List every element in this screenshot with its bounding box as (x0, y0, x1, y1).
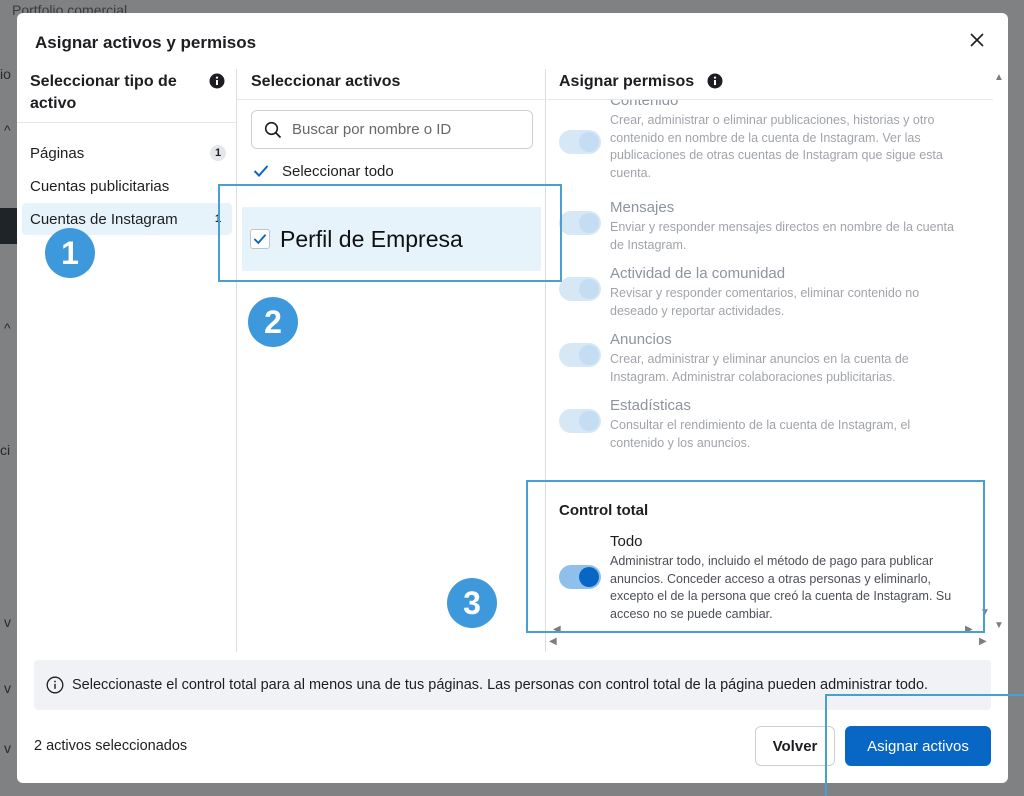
checkmark-icon (253, 165, 269, 177)
full-control-heading: Control total (559, 502, 649, 519)
close-button[interactable] (966, 29, 988, 51)
scroll-right-arrow[interactable]: ▶ (979, 637, 987, 647)
permission-toggle[interactable] (559, 343, 601, 367)
background-chevron-up: ^ (4, 320, 11, 336)
background-chevron-down: v (4, 614, 11, 630)
checkmark-icon (253, 234, 267, 245)
background-chevron-up: ^ (4, 122, 11, 138)
scroll-down-arrow[interactable]: ▼ (994, 621, 1004, 631)
search-input[interactable] (292, 121, 522, 138)
banner-text: Seleccionaste el control total para al m… (72, 677, 929, 693)
back-button[interactable]: Volver (755, 726, 835, 766)
close-icon (970, 33, 984, 47)
search-icon (264, 121, 282, 138)
info-banner: Seleccionaste el control total para al m… (34, 660, 991, 710)
permission-description: Crear, administrar o eliminar publicacio… (610, 113, 943, 180)
highlight-line-assign (825, 694, 1024, 696)
assets-column: Seleccionar activos Seleccionar todo (237, 69, 546, 652)
permission-title: Mensajes (610, 199, 675, 216)
select-all-row[interactable]: Seleccionar todo (251, 161, 394, 181)
asset-checkbox[interactable] (250, 229, 270, 249)
count-badge: 1 (214, 213, 222, 225)
permission-title: Actividad de la comunidad (610, 265, 786, 282)
permission-description: Revisar y responder comentarios, elimina… (610, 286, 920, 318)
background-chevron-down: v (4, 680, 11, 696)
toggle-knob (579, 132, 599, 152)
count-badge: 1 (210, 145, 226, 161)
toggle-knob (579, 345, 599, 365)
asset-item[interactable]: Perfil de Empresa (242, 207, 541, 271)
scroll-left-arrow[interactable]: ◀ (553, 625, 561, 635)
asset-type-heading: Seleccionar tipo de activo (30, 73, 177, 112)
background-chevron-down: v (4, 740, 11, 756)
highlight-line-assign (825, 694, 827, 796)
step-badge-3: 3 (447, 578, 497, 628)
divider (17, 122, 236, 123)
permission-title: Todo (610, 533, 643, 550)
scroll-up-arrow[interactable]: ▲ (994, 73, 1004, 83)
info-outline-icon (46, 676, 64, 694)
permission-toggle[interactable] (559, 211, 601, 235)
permission-toggle[interactable] (559, 130, 601, 154)
asset-type-label: Cuentas de Instagram (30, 210, 178, 228)
toggle-knob (579, 567, 599, 587)
select-all-label: Seleccionar todo (282, 162, 394, 180)
asset-label: Perfil de Empresa (280, 225, 463, 252)
background-sidebar-strip (0, 208, 17, 244)
info-icon[interactable] (209, 73, 225, 89)
assets-heading: Seleccionar activos (251, 73, 401, 90)
permission-description: Administrar todo, incluido el método de … (610, 554, 952, 621)
background-text-fragment: io (0, 66, 11, 82)
permission-title: Contenido (610, 100, 679, 109)
permission-toggle[interactable] (559, 277, 601, 301)
step-badge-2: 2 (248, 297, 298, 347)
asset-type-label: Páginas (30, 144, 85, 162)
selected-count: 2 activos seleccionados (34, 738, 188, 754)
asset-type-label: Cuentas publicitarias (30, 177, 170, 195)
step-badge-1: 1 (45, 228, 95, 278)
permissions-heading: Asignar permisos (559, 73, 695, 90)
asset-type-instagram-accounts[interactable]: Cuentas de Instagram 1 (22, 203, 232, 235)
permission-toggle[interactable] (559, 409, 601, 433)
dialog-title: Asignar activos y permisos (35, 33, 257, 52)
permission-title: Estadísticas (610, 397, 691, 414)
toggle-knob (579, 279, 599, 299)
full-control-toggle[interactable] (559, 565, 601, 589)
assign-assets-dialog: Asignar activos y permisos Seleccionar t… (17, 13, 1008, 783)
info-icon[interactable] (707, 73, 723, 89)
toggle-knob (579, 213, 599, 233)
scroll-down-arrow[interactable]: ▼ (980, 608, 990, 618)
asset-type-column: Seleccionar tipo de activo Páginas 1 Cue… (17, 69, 237, 652)
search-box (251, 110, 533, 149)
scroll-left-arrow[interactable]: ◀ (549, 637, 557, 647)
permission-title: Anuncios (610, 331, 672, 348)
scroll-right-arrow[interactable]: ▶ (965, 625, 973, 635)
asset-type-pages[interactable]: Páginas 1 (22, 137, 232, 169)
asset-type-ad-accounts[interactable]: Cuentas publicitarias (22, 170, 232, 202)
divider (559, 480, 962, 481)
divider (237, 99, 545, 100)
permission-description: Enviar y responder mensajes directos en … (610, 220, 954, 252)
permissions-column: Asignar permisos Contenido Crear, admini… (547, 69, 993, 652)
permission-description: Consultar el rendimiento de la cuenta de… (610, 418, 911, 450)
assign-assets-button[interactable]: Asignar activos (845, 726, 991, 766)
permissions-list: Contenido Crear, administrar o eliminar … (547, 100, 993, 480)
select-all-checkbox[interactable] (251, 161, 271, 181)
permission-description: Crear, administrar y eliminar anuncios e… (610, 352, 909, 384)
toggle-knob (579, 411, 599, 431)
background-text-fragment: ci (0, 442, 11, 458)
